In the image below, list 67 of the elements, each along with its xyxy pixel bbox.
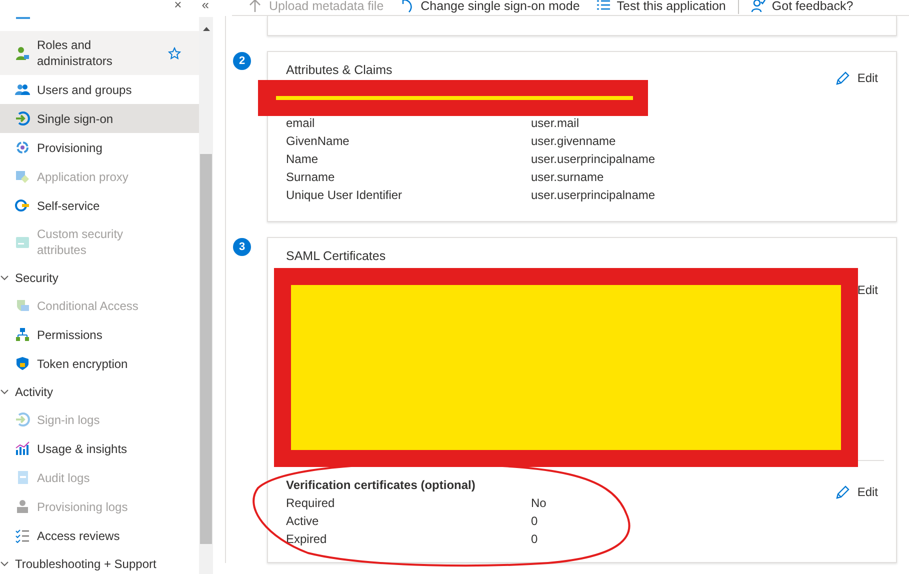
- claim-value: user.givenname: [531, 133, 617, 150]
- sidebar-item[interactable]: Self-service: [0, 191, 199, 220]
- toolbar-button[interactable]: Test this application: [588, 0, 734, 13]
- card-icon: [15, 234, 30, 250]
- claim-value: 0: [531, 513, 539, 530]
- toolbar-button[interactable]: Got feedback?: [742, 0, 862, 13]
- shield-lock-icon: [15, 356, 30, 371]
- sidebar-section[interactable]: Activity: [0, 378, 199, 405]
- claim-name: Active: [286, 513, 320, 530]
- toolbar-button[interactable]: Change single sign-on mode: [392, 0, 588, 13]
- section-title: Verification certificates (optional): [286, 477, 476, 494]
- grid-icon: [15, 169, 30, 184]
- hierarchy-icon: [15, 327, 30, 342]
- sidebar-section[interactable]: Troubleshooting + Support: [0, 550, 199, 574]
- edit-button[interactable]: Edit: [857, 282, 878, 298]
- sign-in-icon: [15, 412, 30, 427]
- sidebar-item[interactable]: Roles and administrators: [0, 31, 199, 75]
- sidebar-item[interactable]: Single sign-on: [0, 104, 199, 133]
- chevron-icon: [0, 559, 9, 568]
- sidebar-item[interactable]: Users and groups: [0, 75, 199, 104]
- key-icon: [15, 198, 30, 213]
- person-icon: [15, 46, 30, 60]
- card-title: SAML Certificates: [286, 248, 387, 264]
- chart-icon: [15, 441, 30, 456]
- claim-value: No: [531, 495, 548, 512]
- shield-icon: [15, 298, 30, 313]
- book-icon: [15, 470, 30, 485]
- claim-value: user.userprincipalname: [531, 187, 656, 204]
- chevron-icon: [0, 387, 9, 396]
- claim-name: Unique User Identifier: [286, 187, 404, 204]
- scrollbar-thumb[interactable]: [200, 154, 212, 544]
- collapse-button[interactable]: «: [202, 0, 209, 12]
- claim-value: 0: [531, 531, 539, 548]
- claim-name: Required: [286, 495, 336, 512]
- card-title: Attributes & Claims: [286, 62, 394, 78]
- scrollbar[interactable]: [199, 17, 213, 574]
- step-badge: 3: [233, 238, 251, 256]
- feedback-icon: [750, 0, 766, 13]
- sync-icon: [15, 140, 30, 155]
- undo-arrow-icon: [400, 0, 415, 13]
- edit-button[interactable]: Edit: [835, 484, 878, 500]
- sidebar-item[interactable]: Usage & insights: [0, 434, 199, 463]
- claim-name: Name: [286, 151, 320, 168]
- claim-name: GivenName: [286, 133, 350, 150]
- claim-value: user.userprincipalname: [531, 151, 656, 168]
- claim-name: Surname: [286, 169, 336, 186]
- checklist-icon: [15, 528, 30, 543]
- pencil-icon: [835, 70, 850, 86]
- sidebar-item[interactable]: Permissions: [0, 320, 199, 349]
- edit-button[interactable]: Edit: [835, 70, 878, 86]
- sidebar-item[interactable]: Access reviews: [0, 521, 199, 550]
- claim-value: user.mail: [531, 115, 580, 132]
- people-icon: [15, 82, 30, 97]
- close-button[interactable]: ×: [174, 0, 182, 12]
- upload-icon: [248, 0, 263, 13]
- pencil-icon: [835, 484, 850, 500]
- chevron-icon: [0, 273, 9, 282]
- claim-name: email: [286, 115, 316, 132]
- claim-name: Expired: [286, 531, 328, 548]
- sidebar-section[interactable]: Security: [0, 264, 199, 291]
- sidebar-item[interactable]: Token encryption: [0, 349, 199, 378]
- scroll-up-icon[interactable]: [202, 27, 210, 31]
- person-icon: [15, 499, 30, 514]
- sign-in-icon: [15, 111, 30, 126]
- claim-value: user.surname: [531, 169, 605, 186]
- sidebar-item[interactable]: Provisioning: [0, 133, 199, 162]
- step-badge: 2: [233, 52, 251, 70]
